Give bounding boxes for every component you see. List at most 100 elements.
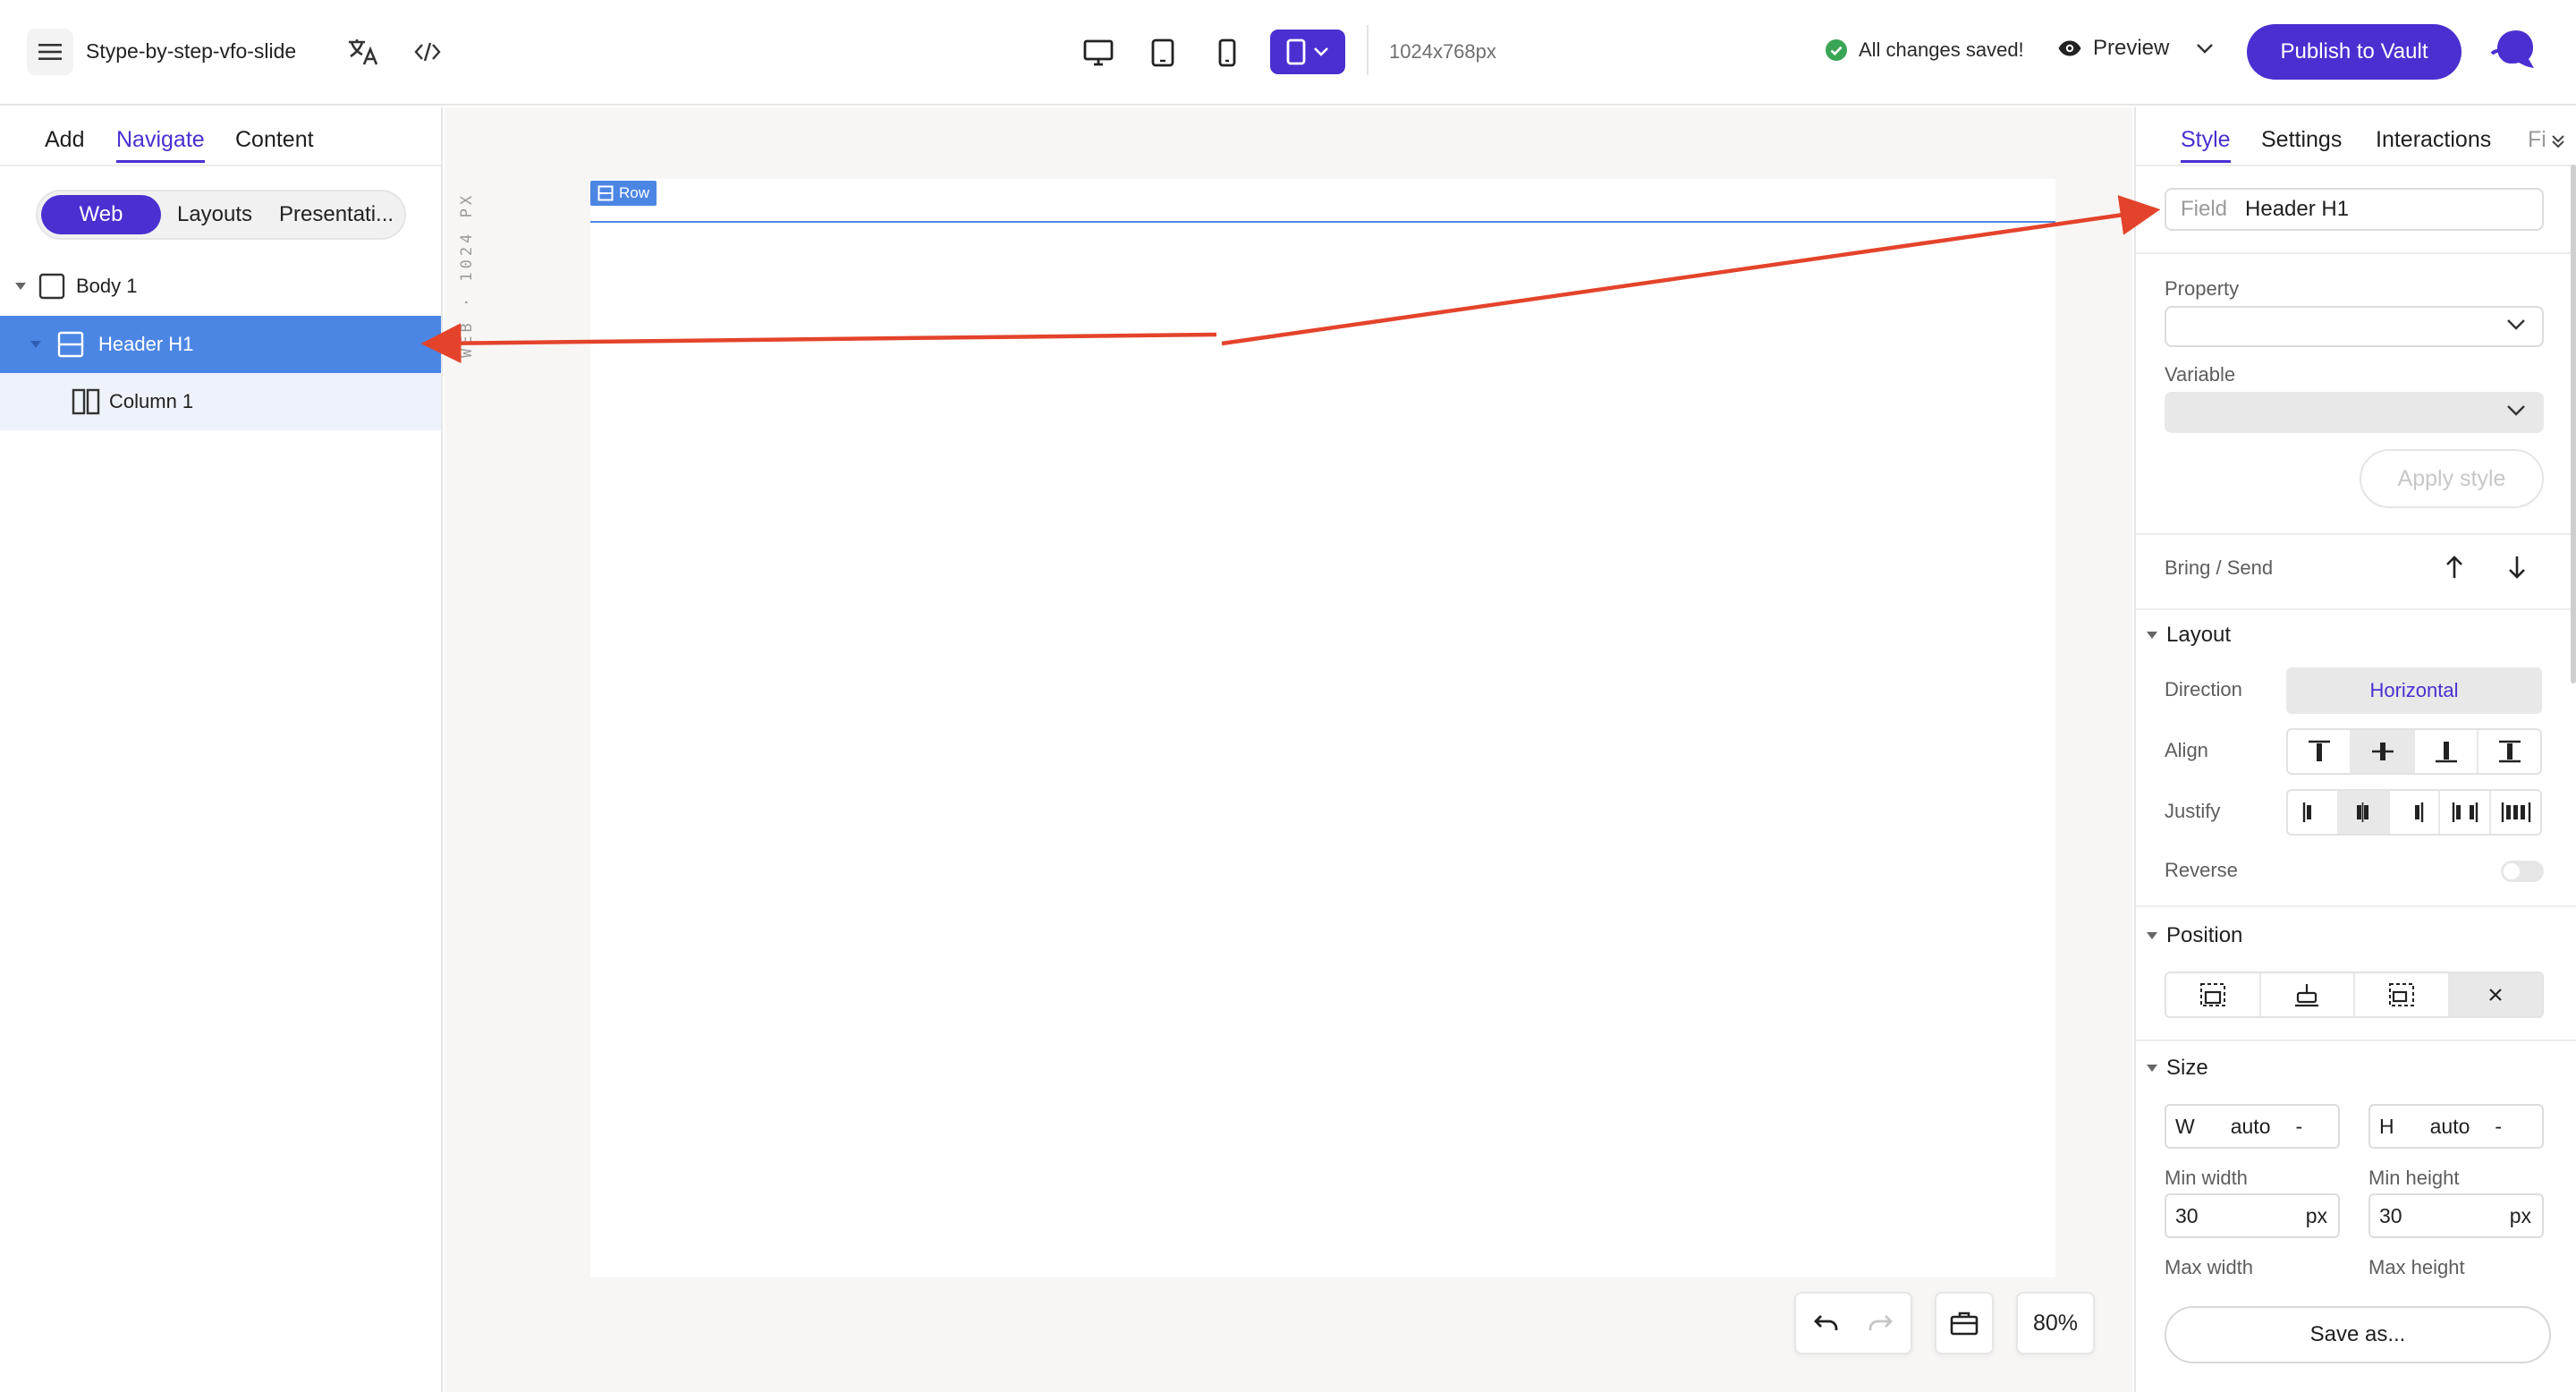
property-select[interactable] [2165, 306, 2544, 347]
position-absolute-button[interactable] [2261, 973, 2355, 1016]
caret-down-icon [2147, 932, 2157, 939]
check-circle-icon [1826, 39, 1847, 61]
page-artboard[interactable] [590, 179, 2055, 1277]
align-stretch-button[interactable] [2479, 730, 2540, 773]
width-input[interactable]: W auto - [2165, 1104, 2340, 1149]
panel-scrollbar[interactable] [2571, 165, 2576, 683]
align-bottom-button[interactable] [2415, 730, 2479, 773]
height-input[interactable]: H auto - [2368, 1104, 2544, 1149]
align-stretch-icon [2498, 740, 2521, 763]
layout-title: Layout [2166, 623, 2232, 647]
divider [2136, 905, 2576, 907]
justify-start-button[interactable] [2288, 791, 2339, 834]
translate-button[interactable] [340, 29, 386, 75]
tab-fi[interactable]: Fi [2528, 127, 2546, 153]
undo-redo-group [1794, 1292, 1912, 1354]
max-height-label: Max height [2368, 1256, 2465, 1278]
publish-button[interactable]: Publish to Vault [2247, 24, 2462, 80]
row-tag-label: Row [619, 184, 650, 201]
undo-button[interactable] [1800, 1312, 1853, 1334]
justify-around-icon [2501, 802, 2530, 822]
divider [2136, 533, 2576, 535]
direction-horizontal-button[interactable]: Horizontal [2286, 667, 2542, 714]
undo-icon [1814, 1315, 1838, 1330]
mobile-view-button[interactable] [1204, 30, 1250, 75]
tab-interactions[interactable]: Interactions [2376, 127, 2491, 153]
height-value: auto [2429, 1114, 2470, 1138]
tab-settings[interactable]: Settings [2261, 127, 2342, 153]
tab-navigate[interactable]: Navigate [116, 127, 205, 163]
align-center-button[interactable] [2351, 730, 2415, 773]
justify-between-icon [2452, 802, 2478, 822]
tab-style[interactable]: Style [2181, 127, 2231, 163]
height-unit-dash[interactable]: - [2495, 1115, 2502, 1139]
row-element-tag[interactable]: Row [590, 181, 657, 206]
segment-layouts[interactable]: Layouts [172, 191, 258, 238]
position-title: Position [2166, 923, 2243, 947]
tab-content[interactable]: Content [235, 127, 314, 153]
reverse-toggle[interactable] [2501, 861, 2544, 882]
save-as-button[interactable]: Save as... [2165, 1306, 2551, 1363]
min-width-unit[interactable]: px [2306, 1204, 2327, 1228]
justify-center-icon [2357, 802, 2369, 822]
tree-item-label: Column 1 [109, 390, 194, 412]
column-layout-icon [72, 388, 100, 415]
segment-web[interactable]: Web [41, 195, 161, 234]
desktop-view-button[interactable] [1075, 30, 1122, 75]
tree-item-header-h1[interactable]: Header H1 [0, 316, 441, 373]
bring-forward-button[interactable] [2433, 546, 2476, 589]
position-section-toggle[interactable]: Position [2147, 923, 2242, 948]
caret-down-icon [2147, 632, 2157, 639]
position-none-button[interactable] [2449, 973, 2542, 1016]
caret-down-icon[interactable] [15, 283, 26, 290]
divider [2136, 1040, 2576, 1041]
min-height-input[interactable]: 30 px [2368, 1193, 2544, 1238]
min-height-unit[interactable]: px [2510, 1204, 2531, 1228]
layout-section-toggle[interactable]: Layout [2147, 623, 2231, 648]
left-panel-tabs: Add Navigate Content [0, 107, 441, 166]
caret-down-icon [2147, 1065, 2157, 1072]
variable-label: Variable [2165, 363, 2236, 386]
custom-device-dropdown[interactable] [1270, 30, 1345, 74]
tree-item-column[interactable]: Column 1 [0, 373, 441, 430]
position-fixed-button[interactable] [2355, 973, 2450, 1016]
preview-button[interactable]: Preview [2057, 36, 2214, 61]
redo-icon [1868, 1315, 1893, 1330]
avatar[interactable] [2490, 27, 2537, 73]
send-backward-button[interactable] [2496, 546, 2538, 589]
chevron-double-down-icon[interactable] [2551, 134, 2565, 149]
justify-space-between-button[interactable] [2440, 791, 2492, 834]
width-unit-dash[interactable]: - [2295, 1115, 2302, 1139]
field-selector[interactable]: Field Header H1 [2165, 188, 2544, 231]
redo-button[interactable] [1853, 1312, 1907, 1334]
justify-start-icon [2303, 802, 2312, 822]
min-width-input[interactable]: 30 px [2165, 1193, 2340, 1238]
save-status-text: All changes saved! [1859, 38, 2024, 61]
chevron-down-icon [1314, 47, 1328, 56]
align-top-button[interactable] [2288, 730, 2351, 773]
caret-down-icon[interactable] [30, 341, 41, 348]
tab-add[interactable]: Add [45, 127, 84, 153]
assets-button[interactable] [1935, 1292, 1994, 1354]
document-title: Stype-by-step-vfo-slide [86, 39, 297, 63]
reverse-label: Reverse [2165, 859, 2238, 881]
justify-center-button[interactable] [2338, 791, 2390, 834]
justify-label: Justify [2165, 800, 2221, 822]
justify-space-around-button[interactable] [2491, 791, 2540, 834]
position-relative-button[interactable] [2166, 973, 2261, 1016]
body-box-icon [38, 273, 65, 300]
tree-item-body[interactable]: Body 1 [0, 258, 441, 315]
min-height-label: Min height [2368, 1167, 2460, 1189]
position-button-group [2165, 972, 2544, 1018]
zoom-level[interactable]: 80% [2016, 1292, 2095, 1354]
menu-button[interactable] [27, 29, 73, 75]
justify-end-button[interactable] [2390, 791, 2441, 834]
segment-presentations[interactable]: Presentati... [279, 191, 399, 238]
size-section-toggle[interactable]: Size [2147, 1056, 2208, 1081]
tablet-icon [1151, 38, 1174, 67]
tablet-view-button[interactable] [1140, 30, 1186, 75]
variable-select[interactable] [2165, 392, 2544, 433]
code-button[interactable] [404, 29, 451, 75]
apply-style-button[interactable]: Apply style [2360, 449, 2544, 508]
justify-end-icon [2414, 802, 2424, 822]
